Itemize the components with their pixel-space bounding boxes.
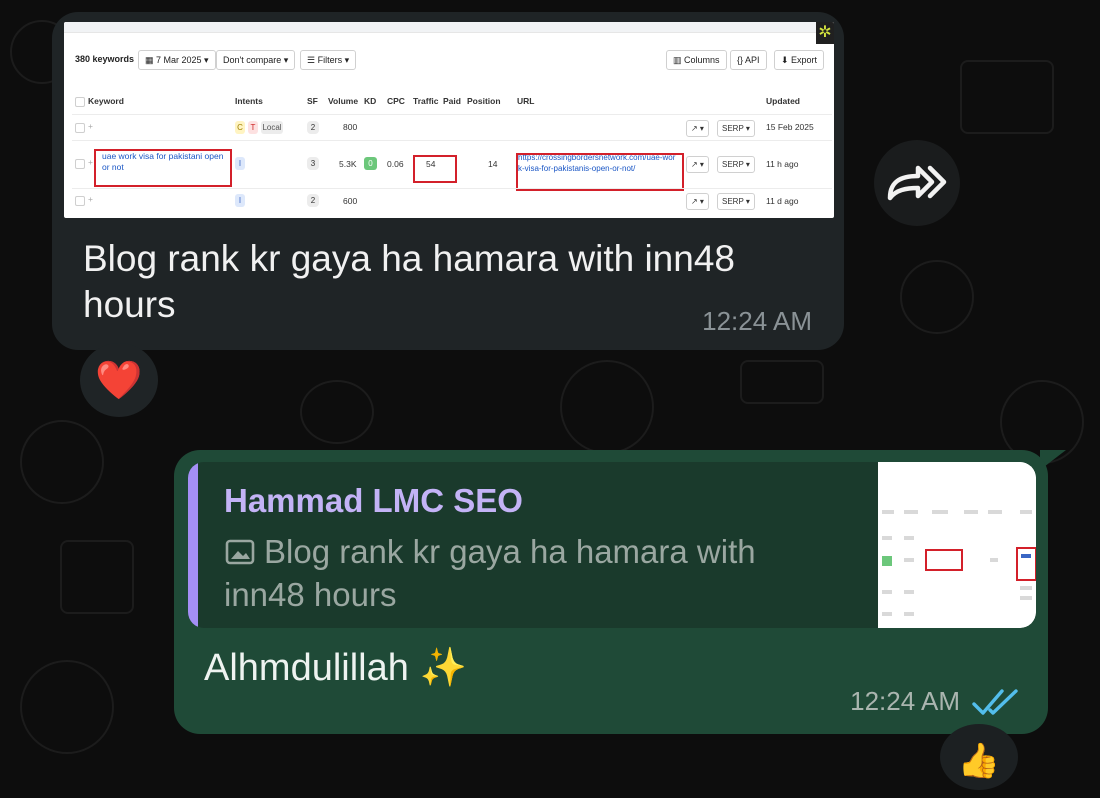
trend-icon: ↗ ▾ (686, 120, 709, 137)
thumbs-up-reaction[interactable]: 👍 (940, 724, 1018, 790)
api-button: {} API (730, 50, 767, 70)
forward-button[interactable] (874, 140, 960, 226)
incoming-message-bubble[interactable]: ✲ 380 keywords ▦ 7 Mar 2025 ▾ Don't comp… (52, 12, 844, 350)
read-ticks-icon (972, 689, 1018, 715)
url-highlight-box (516, 153, 684, 191)
keyword-highlight-box (94, 149, 232, 187)
attached-screenshot-image[interactable]: ✲ 380 keywords ▦ 7 Mar 2025 ▾ Don't comp… (64, 22, 834, 218)
keywords-toolbar: 380 keywords ▦ 7 Mar 2025 ▾ Don't compar… (64, 50, 834, 72)
filters-button: ☰ Filters ▾ (300, 50, 357, 70)
compare-button: Don't compare ▾ (216, 50, 296, 70)
date-filter-button: ▦ 7 Mar 2025 ▾ (138, 50, 216, 70)
columns-button: ▥ Columns (666, 50, 727, 70)
incoming-timestamp: 12:24 AM (702, 306, 812, 336)
keyword-count: 380 keywords (75, 54, 135, 64)
outgoing-message-text: Alhmdulillah ✨ (204, 647, 467, 689)
traffic-highlight-box (413, 155, 457, 183)
trend-icon: ↗ ▾ (686, 193, 709, 210)
quote-text: Blog rank kr gaya ha hamara with inn48 h… (224, 533, 756, 613)
outgoing-timestamp: 12:24 AM (850, 686, 960, 716)
image-icon (225, 539, 255, 565)
quote-author: Hammad LMC SEO (224, 482, 523, 519)
reply-quote[interactable]: Hammad LMC SEO Blog rank kr gaya ha hama… (188, 462, 1036, 628)
spark-icon: ✲ (816, 22, 834, 44)
heart-reaction[interactable]: ❤️ (80, 343, 158, 417)
forward-icon (887, 165, 947, 201)
quote-accent-bar (188, 462, 198, 628)
export-button: ⬇ Export (774, 50, 825, 70)
quote-thumbnail (878, 462, 1036, 628)
trend-icon: ↗ ▾ (686, 156, 709, 173)
outgoing-message-bubble[interactable]: Hammad LMC SEO Blog rank kr gaya ha hama… (174, 450, 1048, 734)
